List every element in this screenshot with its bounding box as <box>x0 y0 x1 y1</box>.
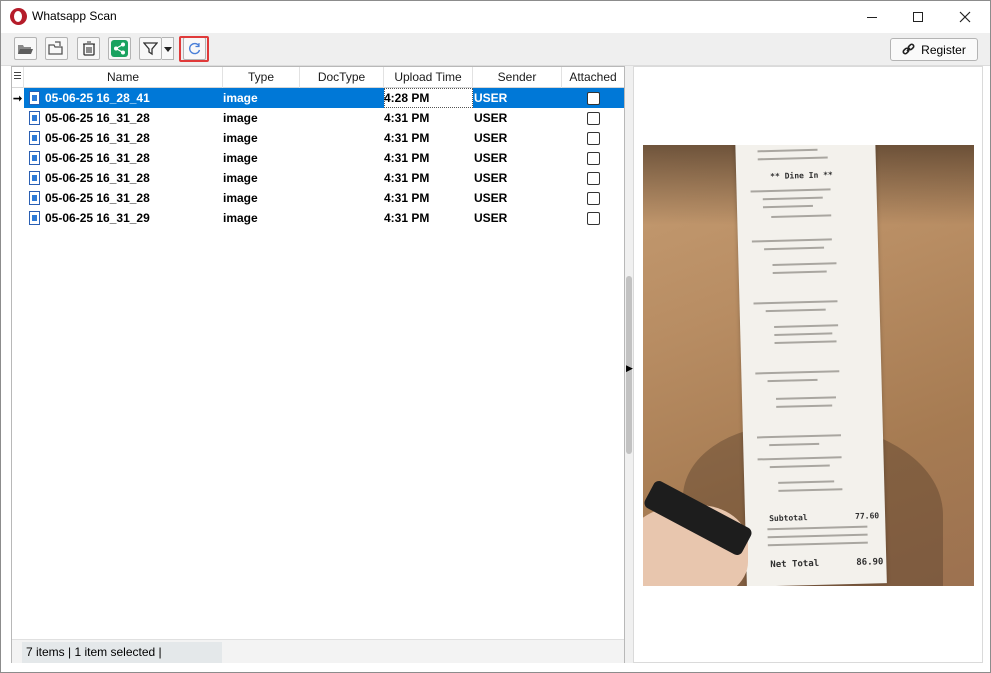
receipt-net-total-value: 86.90 <box>856 557 884 568</box>
attached-checkbox[interactable] <box>587 212 600 225</box>
cell-name[interactable]: 05-06-25 16_28_41 <box>45 88 150 108</box>
cell-name[interactable]: 05-06-25 16_31_29 <box>45 208 150 228</box>
cell-sender[interactable]: USER <box>474 88 507 108</box>
cell-sender[interactable]: USER <box>474 188 507 208</box>
share-button[interactable] <box>108 37 131 60</box>
image-file-icon <box>29 171 40 185</box>
maximize-button[interactable] <box>895 1 941 33</box>
delete-button[interactable] <box>77 37 100 60</box>
minimize-icon <box>867 16 877 18</box>
cell-name[interactable]: 05-06-25 16_31_28 <box>45 148 150 168</box>
receipt-subtotal-label: Subtotal <box>769 513 808 524</box>
cell-upload-time[interactable]: 4:31 PM <box>384 128 429 148</box>
cell-name[interactable]: 05-06-25 16_31_28 <box>45 188 150 208</box>
app-logo-icon <box>10 8 27 25</box>
column-header-doctype[interactable]: DocType <box>300 67 384 88</box>
cell-type[interactable]: image <box>223 168 258 188</box>
table-row[interactable]: 05-06-25 16_31_28 image 4:31 PM USER <box>12 128 624 148</box>
cell-upload-time[interactable]: 4:31 PM <box>384 208 429 228</box>
receipt-dine-in: ** Dine In ** <box>770 170 833 182</box>
cell-name[interactable]: 05-06-25 16_31_28 <box>45 108 150 128</box>
image-file-icon <box>29 91 40 105</box>
open-file-icon <box>48 41 63 55</box>
table-row[interactable]: 05-06-25 16_31_28 image 4:31 PM USER <box>12 108 624 128</box>
receipt-paper: ** Dine In ** Subtotal 77.60 Net Total 8… <box>735 145 887 586</box>
column-header-upload-time[interactable]: Upload Time <box>384 67 473 88</box>
app-window: Whatsapp Scan Register Name Type DocType… <box>0 0 991 673</box>
column-header-attached[interactable]: Attached <box>562 67 624 88</box>
filter-dropdown-button[interactable] <box>162 37 174 60</box>
table-row[interactable]: 05-06-25 16_31_29 image 4:31 PM USER <box>12 208 624 228</box>
file-grid: Name Type DocType Upload Time Sender Att… <box>11 66 625 663</box>
column-header-type[interactable]: Type <box>223 67 300 88</box>
toolbar: Register <box>1 33 990 66</box>
filter-button[interactable] <box>139 37 162 60</box>
column-chooser-button[interactable] <box>12 67 24 88</box>
share-icon <box>111 40 128 57</box>
image-file-icon <box>29 151 40 165</box>
cell-sender[interactable]: USER <box>474 208 507 228</box>
cell-type[interactable]: image <box>223 128 258 148</box>
close-icon <box>959 11 971 23</box>
cell-sender[interactable]: USER <box>474 148 507 168</box>
column-header-name[interactable]: Name <box>24 67 223 88</box>
image-file-icon <box>29 191 40 205</box>
image-file-icon <box>29 211 40 225</box>
register-button[interactable]: Register <box>890 38 978 61</box>
cell-type[interactable]: image <box>223 148 258 168</box>
cell-name[interactable]: 05-06-25 16_31_28 <box>45 168 150 188</box>
cell-upload-time[interactable]: 4:28 PM <box>384 88 429 108</box>
link-icon <box>902 43 915 55</box>
collapse-arrow-icon[interactable]: ▶ <box>626 363 633 374</box>
attached-checkbox[interactable] <box>587 112 600 125</box>
status-text: 7 items | 1 item selected | <box>22 642 222 663</box>
cell-upload-time[interactable]: 4:31 PM <box>384 108 429 128</box>
cell-sender[interactable]: USER <box>474 168 507 188</box>
attached-checkbox[interactable] <box>587 172 600 185</box>
title-bar: Whatsapp Scan <box>1 1 990 33</box>
window-title: Whatsapp Scan <box>32 9 117 23</box>
table-row[interactable]: 05-06-25 16_31_28 image 4:31 PM USER <box>12 148 624 168</box>
row-pointer-icon: ➞ <box>13 93 23 105</box>
attached-checkbox[interactable] <box>587 132 600 145</box>
column-header-sender[interactable]: Sender <box>473 67 562 88</box>
cell-type[interactable]: image <box>223 88 258 108</box>
table-row[interactable]: ➞ 05-06-25 16_28_41 image 4:28 PM USER <box>12 88 624 108</box>
image-file-icon <box>29 131 40 145</box>
status-bar: 7 items | 1 item selected | <box>12 639 624 663</box>
register-label: Register <box>921 42 966 57</box>
maximize-icon <box>913 12 923 22</box>
attached-checkbox[interactable] <box>587 192 600 205</box>
cell-upload-time[interactable]: 4:31 PM <box>384 148 429 168</box>
receipt-photo[interactable]: ** Dine In ** Subtotal 77.60 Net Total 8… <box>643 145 974 586</box>
open-folder-button[interactable] <box>14 37 37 60</box>
attached-checkbox[interactable] <box>587 152 600 165</box>
cell-upload-time[interactable]: 4:31 PM <box>384 188 429 208</box>
table-row[interactable]: 05-06-25 16_31_28 image 4:31 PM USER <box>12 188 624 208</box>
open-folder-icon <box>18 44 33 54</box>
list-icon <box>14 72 21 82</box>
cell-sender[interactable]: USER <box>474 128 507 148</box>
attached-checkbox[interactable] <box>587 92 600 105</box>
image-file-icon <box>29 111 40 125</box>
cell-name[interactable]: 05-06-25 16_31_28 <box>45 128 150 148</box>
delete-icon <box>82 41 95 56</box>
filter-icon <box>143 42 158 56</box>
receipt-subtotal-value: 77.60 <box>854 511 880 521</box>
cell-upload-time[interactable]: 4:31 PM <box>384 168 429 188</box>
preview-panel: ** Dine In ** Subtotal 77.60 Net Total 8… <box>633 66 983 663</box>
minimize-button[interactable] <box>849 1 895 33</box>
cell-type[interactable]: image <box>223 108 258 128</box>
receipt-net-total-label: Net Total <box>770 558 820 571</box>
grid-header: Name Type DocType Upload Time Sender Att… <box>12 67 624 88</box>
cell-sender[interactable]: USER <box>474 108 507 128</box>
refresh-highlight <box>179 36 209 62</box>
table-row[interactable]: 05-06-25 16_31_28 image 4:31 PM USER <box>12 168 624 188</box>
cell-type[interactable]: image <box>223 208 258 228</box>
cell-type[interactable]: image <box>223 188 258 208</box>
open-file-button[interactable] <box>45 37 68 60</box>
close-button[interactable] <box>942 1 988 33</box>
